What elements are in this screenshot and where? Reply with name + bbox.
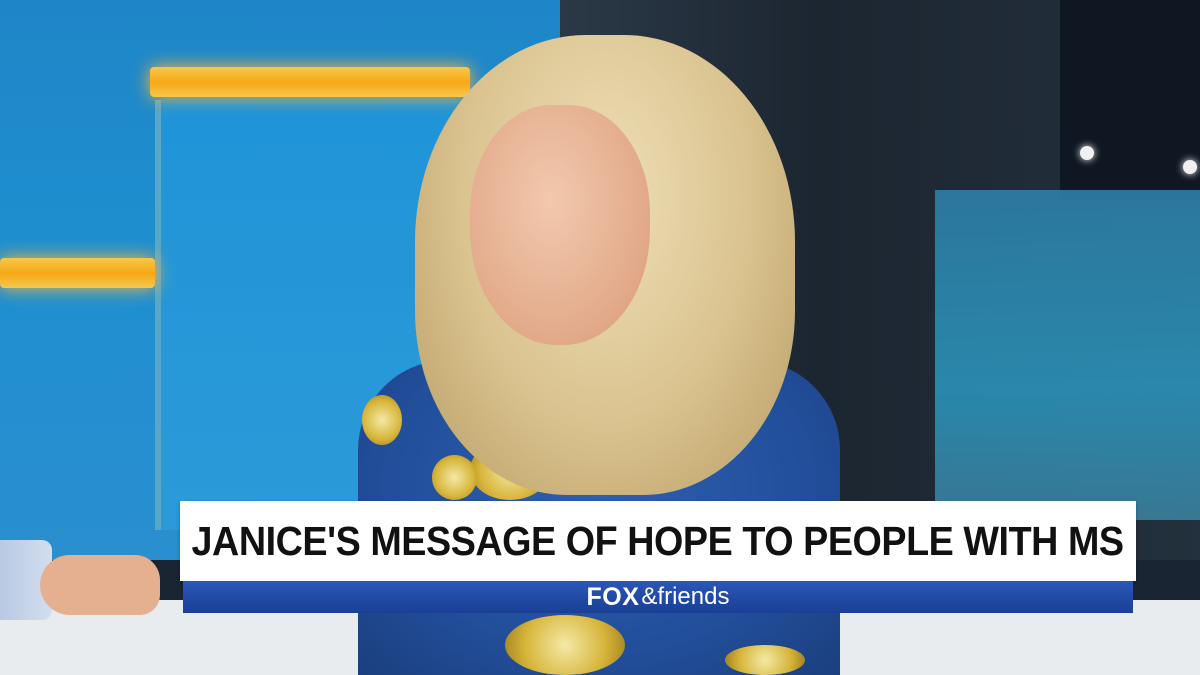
lower-third: JANICE'S MESSAGE OF HOPE TO PEOPLE WITH … (180, 501, 1136, 613)
studio-window (1060, 0, 1200, 200)
dress-flower (505, 615, 625, 675)
show-brand-bar: FOX &friends (183, 581, 1133, 613)
dress-flower (362, 395, 402, 445)
headline-banner: JANICE'S MESSAGE OF HOPE TO PEOPLE WITH … (180, 501, 1136, 581)
dress-flower (725, 645, 805, 675)
studio-light-bar-left (0, 258, 155, 288)
broadcast-frame: JANICE'S MESSAGE OF HOPE TO PEOPLE WITH … (0, 0, 1200, 675)
studio-spot-light (1080, 146, 1094, 160)
presenter-face (470, 105, 650, 345)
studio-light-bar-top (150, 67, 470, 97)
studio-glass-panel (935, 190, 1200, 520)
dress-flower (432, 455, 477, 500)
headline-text: JANICE'S MESSAGE OF HOPE TO PEOPLE WITH … (191, 517, 1125, 564)
brand-fox-logo: FOX (586, 582, 640, 611)
brand-friends-logo: &friends (641, 583, 730, 610)
studio-spot-light (1183, 160, 1197, 174)
guest-hand (40, 555, 160, 615)
